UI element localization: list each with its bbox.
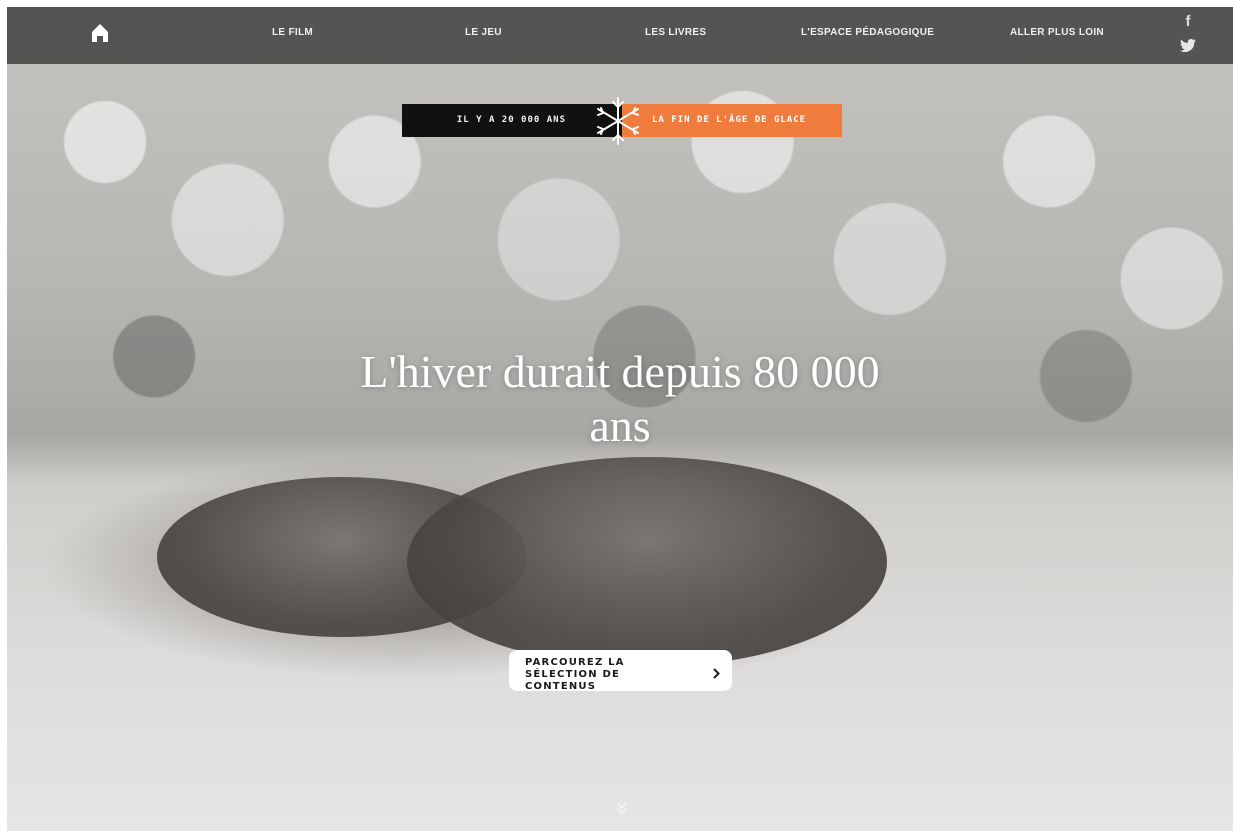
double-chevron-down-icon[interactable] [615,800,629,819]
nav-item-le-jeu[interactable]: LE JEU [465,27,502,38]
hero-headline: L'hiver durait depuis 80 000 ans [360,346,880,451]
bison-figure [407,457,887,667]
nav-item-espace-pedagogique[interactable]: L'ESPACE PÉDAGOGIQUE [801,27,934,38]
cta-label: PARCOUREZ LA SÉLECTION DE CONTENUS [525,657,625,692]
hero-section: LE FILM LE JEU LES LIVRES L'ESPACE PÉDAG… [7,7,1233,831]
facebook-icon[interactable]: f [1179,13,1197,31]
chevron-right-icon [713,664,720,683]
top-navigation: LE FILM LE JEU LES LIVRES L'ESPACE PÉDAG… [7,7,1233,64]
social-links: f [1179,13,1197,56]
timeline-left-label: IL Y A 20 000 ANS [402,104,622,137]
home-icon[interactable] [91,23,109,43]
nav-item-le-film[interactable]: LE FILM [272,27,313,38]
nav-item-aller-plus-loin[interactable]: ALLER PLUS LOIN [1010,27,1104,38]
timeline-right-label: LA FIN DE L'ÂGE DE GLACE [622,104,842,137]
browse-content-button[interactable]: PARCOUREZ LA SÉLECTION DE CONTENUS [509,650,732,692]
timeline-ribbon: IL Y A 20 000 ANS LA FIN DE L'ÂGE DE GLA… [402,97,842,145]
snowflake-icon [592,96,644,146]
twitter-icon[interactable] [1179,37,1197,56]
nav-item-les-livres[interactable]: LES LIVRES [645,27,706,38]
